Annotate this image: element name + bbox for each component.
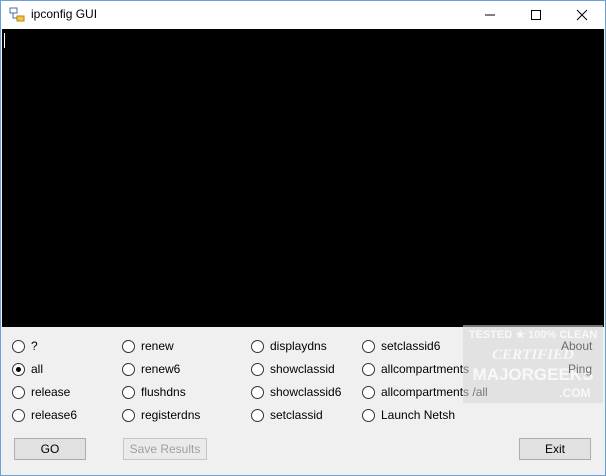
maximize-icon	[531, 10, 541, 20]
app-window: ipconfig GUI ? all release release6 rene…	[0, 0, 606, 476]
radio-label: allcompartments	[381, 362, 470, 376]
close-icon	[576, 9, 588, 21]
radio-flushdns[interactable]: flushdns	[122, 384, 186, 400]
save-results-button[interactable]: Save Results	[123, 438, 207, 460]
radio-indicator	[251, 362, 264, 376]
radio-indicator	[251, 339, 264, 353]
radio-label: ?	[31, 339, 38, 353]
radio-indicator	[12, 339, 25, 353]
radio-setclassid6[interactable]: setclassid6	[362, 338, 440, 354]
exit-button[interactable]: Exit	[519, 438, 591, 460]
radio-label: displaydns	[270, 339, 327, 353]
radio-indicator	[362, 408, 375, 422]
close-button[interactable]	[559, 1, 605, 29]
radio-indicator	[122, 339, 135, 353]
radio-indicator	[362, 385, 375, 399]
radio-indicator	[12, 385, 25, 399]
radio-registerdns[interactable]: registerdns	[122, 407, 200, 423]
radio-label: release6	[31, 408, 78, 422]
minimize-button[interactable]	[467, 1, 513, 29]
ping-link[interactable]: Ping	[568, 362, 592, 376]
radio-help[interactable]: ?	[12, 338, 38, 354]
radio-indicator	[12, 362, 25, 376]
radio-label: setclassid	[270, 408, 323, 422]
radio-renew[interactable]: renew	[122, 338, 174, 354]
output-console[interactable]	[2, 29, 604, 327]
radio-indicator	[362, 339, 375, 353]
maximize-button[interactable]	[513, 1, 559, 29]
radio-label: setclassid6	[381, 339, 441, 353]
network-app-icon	[9, 7, 25, 23]
radio-indicator	[122, 408, 135, 422]
radio-showclassid[interactable]: showclassid	[251, 361, 335, 377]
radio-label: flushdns	[141, 385, 186, 399]
radio-indicator	[12, 408, 25, 422]
watermark-line4: .COM	[559, 386, 590, 400]
radio-launch-netsh[interactable]: Launch Netsh	[362, 407, 455, 423]
radio-indicator	[362, 362, 375, 376]
radio-label: all	[31, 362, 44, 376]
radio-label: registerdns	[141, 408, 201, 422]
radio-release[interactable]: release	[12, 384, 70, 400]
radio-renew6[interactable]: renew6	[122, 361, 180, 377]
radio-label: showclassid	[270, 362, 335, 376]
radio-indicator	[122, 385, 135, 399]
radio-indicator	[251, 408, 264, 422]
radio-indicator	[251, 385, 264, 399]
radio-setclassid[interactable]: setclassid	[251, 407, 323, 423]
radio-label: renew6	[141, 362, 181, 376]
radio-label: Launch Netsh	[381, 408, 456, 422]
radio-allcompartments[interactable]: allcompartments	[362, 361, 469, 377]
radio-release6[interactable]: release6	[12, 407, 77, 423]
radio-displaydns[interactable]: displaydns	[251, 338, 327, 354]
radio-indicator	[122, 362, 135, 376]
about-link[interactable]: About	[561, 339, 592, 353]
radio-label: renew	[141, 339, 174, 353]
radio-label: release	[31, 385, 71, 399]
title-bar[interactable]: ipconfig GUI	[1, 1, 605, 29]
window-title: ipconfig GUI	[31, 7, 98, 21]
radio-label: showclassid6	[270, 385, 342, 399]
radio-all[interactable]: all	[12, 361, 43, 377]
minimize-icon	[485, 14, 495, 16]
radio-showclassid6[interactable]: showclassid6	[251, 384, 341, 400]
go-button[interactable]: GO	[14, 438, 86, 460]
text-caret	[4, 33, 5, 48]
